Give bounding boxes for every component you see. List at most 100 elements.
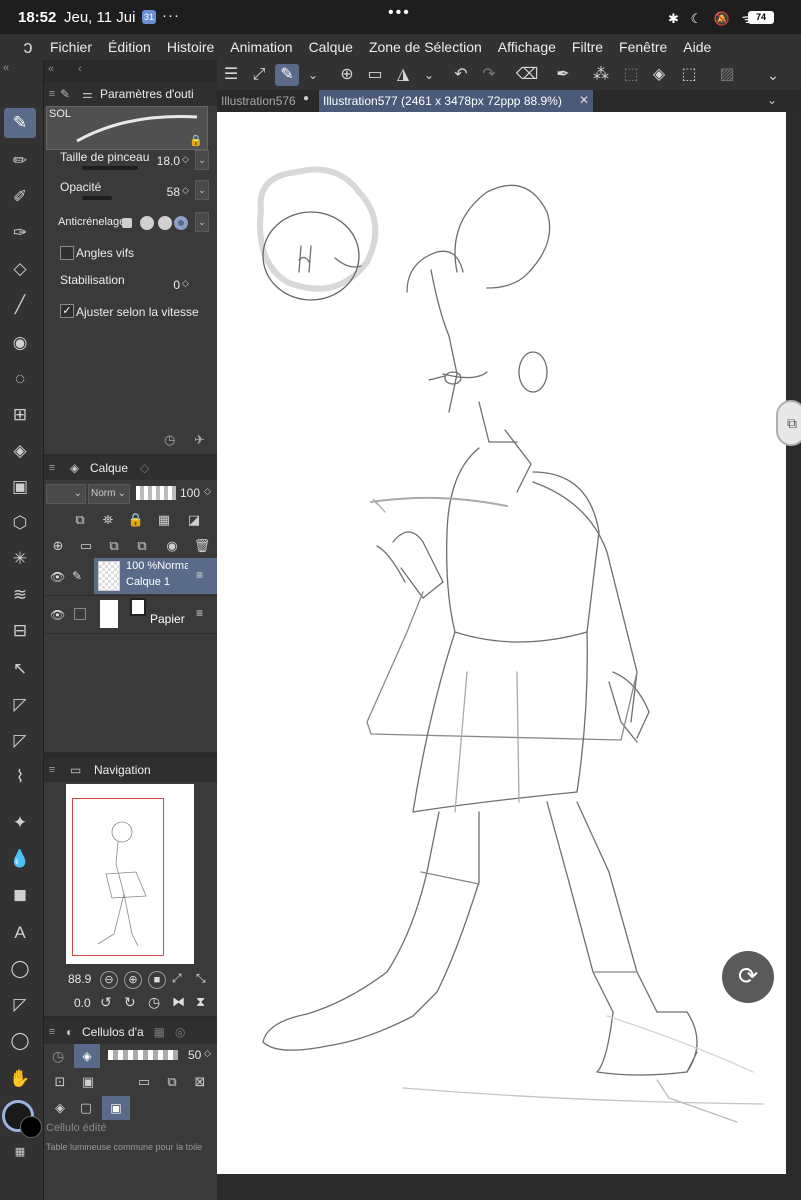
color-swatch[interactable] [2,1100,42,1140]
flip-vertical-icon[interactable]: ⧗ [196,994,205,1010]
layer-property-tab-icon[interactable]: ◇ [140,461,149,475]
cel-active-icon[interactable]: ▣ [102,1096,130,1120]
menu-histoire[interactable]: Histoire [159,39,222,55]
menu-aide[interactable]: Aide [675,39,719,55]
clip-layer-icon[interactable]: ⧉ [70,510,90,530]
gradient-tool-icon[interactable]: ◼ [4,880,36,910]
menu-filtre[interactable]: Filtre [564,39,611,55]
layer-opacity-slider[interactable] [136,486,176,500]
cel-opacity-stepper-icon[interactable]: ◇ [204,1048,211,1059]
new-file-icon[interactable]: ⊕ [335,64,359,86]
cel-copy-icon[interactable]: ⧉ [162,1072,182,1092]
opacity-dropdown-icon[interactable]: ⌄ [195,180,209,200]
sparkle-tool-icon[interactable]: ✦ [4,808,36,838]
collapse-left-icon[interactable]: « [3,62,9,74]
register-cel-icon[interactable]: ⊡ [50,1072,70,1092]
grid-tool-icon[interactable]: ⊞ [4,400,36,430]
menu-animation[interactable]: Animation [222,39,300,55]
layer-row-papier[interactable]: 👁 Papier ≡ [44,596,217,634]
ruler-tool-icon[interactable]: ◸ [4,690,36,720]
rotation-value[interactable]: 0.0 [74,996,91,1010]
opacity-stepper-icon[interactable]: ◇ [182,185,189,196]
layer-menu-icon[interactable]: ≡ [196,568,203,582]
flip-horizontal-icon[interactable]: ⧓ [172,994,185,1010]
stabilization-value[interactable]: 0 [162,278,180,292]
redo-icon[interactable]: ↷ [477,64,501,86]
timeline-tab-icon[interactable]: ▦ [154,1025,165,1039]
layer-row-calque1[interactable]: 👁 ✎ 100 %Norma Calque 1 ≡ [44,558,217,596]
blend-mode-select[interactable]: Norm ⌄ [88,484,130,504]
antialias-none-icon[interactable] [122,218,132,228]
sharp-angles-checkbox[interactable] [60,246,74,260]
visibility-eye-icon[interactable]: 👁 [50,608,65,622]
balloon-tool-icon[interactable]: ◯ [4,954,36,984]
open-folder-icon[interactable]: ▭ [134,1072,154,1092]
antialias-medium-icon[interactable] [158,216,172,230]
fit-window-icon[interactable]: ⤢ [172,971,182,986]
pen-tool-icon[interactable]: ✎ [4,108,36,138]
frame-border-tool-icon[interactable]: ◸ [4,990,36,1020]
wrench-icon[interactable]: ✈ [194,432,205,448]
eyedropper-tool-icon[interactable]: ⌇ [4,762,36,792]
new-folder-icon[interactable]: ▭ [76,536,96,556]
antialias-strong-icon[interactable] [174,216,188,230]
layer-select-checkbox[interactable] [74,608,86,620]
menu-edition[interactable]: Édition [100,39,159,55]
collapse-panels-icon[interactable]: « [48,63,54,75]
brush-size-stepper-icon[interactable]: ◇ [182,154,189,165]
layer-move-tool-icon[interactable]: ≋ [4,580,36,610]
menu-fichier[interactable]: Fichier [42,39,100,55]
lightbox-icon[interactable]: ◷ [52,1048,64,1065]
decoration-tool-icon[interactable]: ◉ [4,328,36,358]
command-bar-more-icon[interactable]: ⌄ [761,64,785,86]
save-icon[interactable]: ◮ [391,64,415,86]
tab-illustration577[interactable]: Illustration577 (2461 x 3478px 72ppp 88.… [319,90,593,112]
zoom-value[interactable]: 88.9 [68,972,91,986]
fill-window-icon[interactable]: ⤡ [196,971,206,986]
undo-icon[interactable]: ↶ [449,64,473,86]
panel-menu-icon[interactable]: ≡ [44,462,60,474]
expand-panels-icon[interactable]: ‹ [78,63,82,75]
clear-icon[interactable]: ⌫ [515,64,539,86]
rotate-left-icon[interactable]: ↺ [100,994,112,1011]
fit-canvas-icon[interactable]: ⤢ [247,64,271,86]
object-tool-icon[interactable]: ⬡ [4,508,36,538]
layer-menu-icon[interactable]: ≡ [196,606,203,620]
menu-fenetre[interactable]: Fenêtre [611,39,675,55]
layer-opacity-value[interactable]: 100 [180,486,200,500]
speech-tool-icon[interactable]: ◯ [4,1026,36,1056]
mask-layer-icon[interactable]: ◪ [184,510,204,530]
transform-icon[interactable]: ⬚ [677,64,701,86]
cel-image-icon[interactable]: ▣ [78,1072,98,1092]
line-tool-icon[interactable]: ╱ [4,290,36,320]
navigator-thumbnail[interactable] [66,784,194,964]
rotate-canvas-button-icon[interactable]: ⟳ [722,951,774,1003]
new-raster-layer-icon[interactable]: ⊕ [48,536,68,556]
fill-pen-icon[interactable]: ✒ [551,64,575,86]
layers-stack-icon[interactable]: ◈ [74,1044,100,1068]
text-tool-icon[interactable]: A [4,918,36,948]
frame-tool-icon[interactable]: ⊟ [4,616,36,646]
merge-layer-icon[interactable]: ⧉ [132,536,152,556]
panel-menu-icon[interactable]: ≡ [44,764,60,776]
delete-layer-icon[interactable]: 🗑 [192,536,212,556]
transfer-down-icon[interactable]: ⧉ [104,536,124,556]
zoom-in-icon[interactable]: ⊕ [124,971,142,989]
airbrush-tool-icon[interactable]: ✑ [4,218,36,248]
blend-tool-icon[interactable]: 💧 [4,844,36,874]
fill-tool-icon[interactable]: ◈ [4,436,36,466]
brush-size-dropdown-icon[interactable]: ⌄ [195,150,209,170]
eraser-tool-icon[interactable]: ◇ [4,254,36,284]
cel-opacity-value[interactable]: 50 [188,1048,201,1062]
brush-tool-icon[interactable]: ✐ [4,182,36,212]
invert-selection-icon[interactable]: ⬚ [619,64,643,86]
antialias-weak-icon[interactable] [140,216,154,230]
edit-mode-icon[interactable]: ✎ [275,64,299,86]
stamp-tool-icon[interactable]: ▣ [4,472,36,502]
hide-selection-icon[interactable]: ▨ [715,64,739,86]
speed-adjust-checkbox[interactable]: ✓ [60,304,74,318]
save-dropdown-icon[interactable]: ⌄ [417,64,441,86]
create-mask-icon[interactable]: ◉ [162,536,182,556]
sub-tool-icon[interactable]: ✎ [60,87,82,101]
lasso-tool-icon[interactable]: ◌ [4,364,36,394]
